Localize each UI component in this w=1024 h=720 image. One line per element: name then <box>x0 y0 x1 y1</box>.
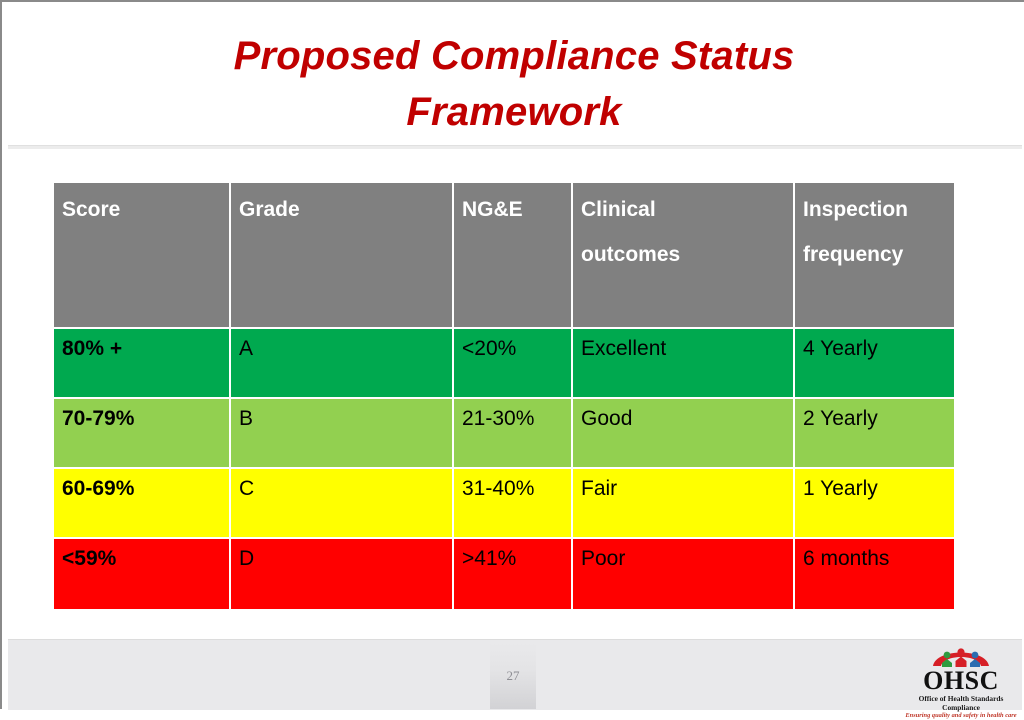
ohsc-subtagline: Ensuring quality and safety in health ca… <box>905 712 1017 719</box>
cell-clinical-outcomes: Good <box>573 399 795 469</box>
cell-inspection-frequency: 1 Yearly <box>795 469 954 539</box>
column-header-grade: Grade <box>231 183 454 329</box>
column-header-ngande-line-1: NG&E <box>462 198 523 221</box>
cell-grade: A <box>231 329 454 399</box>
column-header-ngande: NG&E <box>454 183 573 329</box>
column-header-inspection-frequency: Inspection frequency <box>795 183 954 329</box>
cell-inspection-frequency: 2 Yearly <box>795 399 954 469</box>
column-header-inspection-frequency-line-1: Inspection <box>803 198 909 221</box>
cell-ngande: 21-30% <box>454 399 573 469</box>
column-header-inspection-frequency-line-2: frequency <box>803 243 904 266</box>
compliance-status-table: Score Grade NG&E Clinical outcomes Inspe… <box>54 183 954 609</box>
table-row: <59% D >41% Poor 6 months <box>54 539 954 609</box>
cell-score: 80% + <box>54 329 231 399</box>
cell-score: 60-69% <box>54 469 231 539</box>
cell-ngande: >41% <box>454 539 573 609</box>
column-header-clinical-outcomes: Clinical outcomes <box>573 183 795 329</box>
table-row: 70-79% B 21-30% Good 2 Yearly <box>54 399 954 469</box>
cell-inspection-frequency: 6 months <box>795 539 954 609</box>
table-header-row: Score Grade NG&E Clinical outcomes Inspe… <box>54 183 954 329</box>
slide-canvas: Proposed Compliance Status Framework Sco… <box>0 0 1024 719</box>
ohsc-wordmark: OHSC <box>923 666 999 695</box>
column-header-score: Score <box>54 183 231 329</box>
column-header-clinical-outcomes-line-1: Clinical <box>581 198 656 221</box>
column-header-grade-line-1: Grade <box>239 198 300 221</box>
cell-ngande: <20% <box>454 329 573 399</box>
cell-grade: C <box>231 469 454 539</box>
page-title: Proposed Compliance Status Framework <box>2 28 1024 140</box>
cell-ngande: 31-40% <box>454 469 573 539</box>
ohsc-logo: OHSC Office of Health Standards Complian… <box>900 642 1022 719</box>
cell-grade: D <box>231 539 454 609</box>
cell-clinical-outcomes: Poor <box>573 539 795 609</box>
table-row: 60-69% C 31-40% Fair 1 Yearly <box>54 469 954 539</box>
column-header-clinical-outcomes-line-2: outcomes <box>581 243 681 266</box>
cell-clinical-outcomes: Excellent <box>573 329 795 399</box>
cell-score: 70-79% <box>54 399 231 469</box>
ohsc-tagline: Office of Health Standards Compliance <box>918 694 1004 712</box>
cell-score: <59% <box>54 539 231 609</box>
page-title-line-1: Proposed Compliance Status <box>233 34 795 78</box>
cell-clinical-outcomes: Fair <box>573 469 795 539</box>
ohsc-logo-mark-icon <box>900 642 1022 668</box>
page-number: 27 <box>506 668 520 683</box>
cell-grade: B <box>231 399 454 469</box>
cell-inspection-frequency: 4 Yearly <box>795 329 954 399</box>
title-divider <box>8 145 1022 149</box>
page-number-box: 27 <box>490 643 536 709</box>
page-title-line-2: Framework <box>406 90 622 134</box>
column-header-score-line-1: Score <box>62 198 121 221</box>
table-row: 80% + A <20% Excellent 4 Yearly <box>54 329 954 399</box>
